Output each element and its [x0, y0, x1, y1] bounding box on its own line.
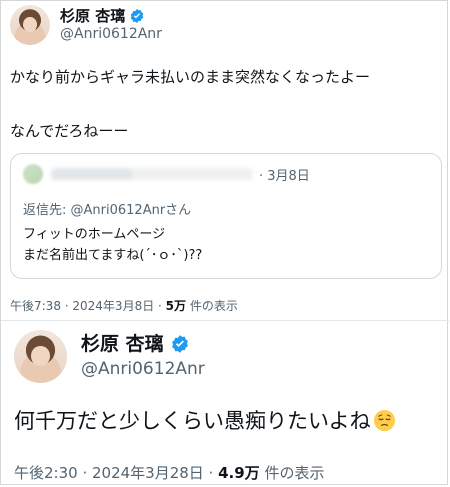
tweet1-header: 杉原 杏璃 @Anri0612Anr — [10, 3, 162, 47]
tweet1-text-line1: かなり前からギャラ未払いのまま突然なくなったよー — [10, 68, 371, 86]
tweet2-view-count: 4.9万 — [218, 464, 260, 482]
reply-mention[interactable]: @Anri0612Anrさん — [71, 203, 192, 218]
tweet2-meta: 午後2:30 · 2024年3月28日 · 4.9万 件の表示 — [14, 462, 324, 483]
tweet1-timestamp[interactable]: 午後7:38 · 2024年3月8日 · — [10, 299, 166, 313]
quoted-tweet-text-line2: まだ名前出てますね(´･ｏ･`)?? — [23, 248, 203, 263]
quoted-tweet-text-line1: フィットのホームページ — [23, 227, 166, 242]
tweet2-avatar[interactable] — [14, 330, 67, 383]
tweet1-text-line2: なんでだろねーー — [10, 122, 129, 140]
tweet2-text: 何千万だと少しくらい愚痴りたいよね — [14, 409, 371, 433]
tweet1-user-names: 杉原 杏璃 @Anri0612Anr — [60, 7, 162, 43]
quoted-tweet-avatar-blurred — [23, 164, 43, 184]
tweet2-view-label: 件の表示 — [259, 464, 325, 482]
quoted-tweet-reply-to: 返信先: @Anri0612Anrさん — [23, 199, 191, 218]
tweet1-meta: 午後7:38 · 2024年3月8日 · 5万 件の表示 — [10, 297, 238, 314]
tweet2-user-names: 杉原 杏璃 @Anri0612Anr — [81, 333, 205, 381]
tweet2-timestamp[interactable]: 午後2:30 · 2024年3月28日 · — [14, 464, 218, 482]
screenshot-frame: 杉原 杏璃 @Anri0612Anr かなり前からギャラ未払いのまま突然なくなっ… — [0, 0, 449, 485]
tweet2-handle[interactable]: @Anri0612Anr — [81, 359, 205, 380]
quoted-tweet-date: · 3月8日 — [259, 168, 310, 184]
tweet1-display-name[interactable]: 杉原 杏璃 — [60, 7, 125, 25]
tweet2-name-row: 杉原 杏璃 — [81, 333, 205, 357]
tweet1-view-label: 件の表示 — [186, 299, 238, 313]
pensive-face-emoji-icon — [373, 409, 396, 432]
tweet2-header: 杉原 杏璃 @Anri0612Anr — [14, 330, 205, 383]
tweet2-display-name[interactable]: 杉原 杏璃 — [81, 333, 164, 357]
divider — [1, 320, 449, 321]
quoted-tweet-name-blurred — [51, 168, 253, 180]
verified-badge-icon — [170, 334, 190, 354]
tweet1-avatar[interactable] — [10, 5, 50, 45]
quoted-tweet-card[interactable]: · 3月8日 返信先: @Anri0612Anrさん フィットのホームページ ま… — [10, 153, 442, 279]
tweet1-handle[interactable]: @Anri0612Anr — [60, 26, 162, 43]
tweet2-text-row: 何千万だと少しくらい愚痴りたいよね — [14, 405, 396, 435]
quoted-tweet-header: · 3月8日 — [23, 164, 310, 184]
reply-prefix: 返信先: — [23, 203, 67, 218]
tweet1-name-row: 杉原 杏璃 — [60, 7, 162, 25]
tweet1-view-count: 5万 — [165, 299, 187, 313]
verified-badge-icon — [129, 8, 145, 24]
